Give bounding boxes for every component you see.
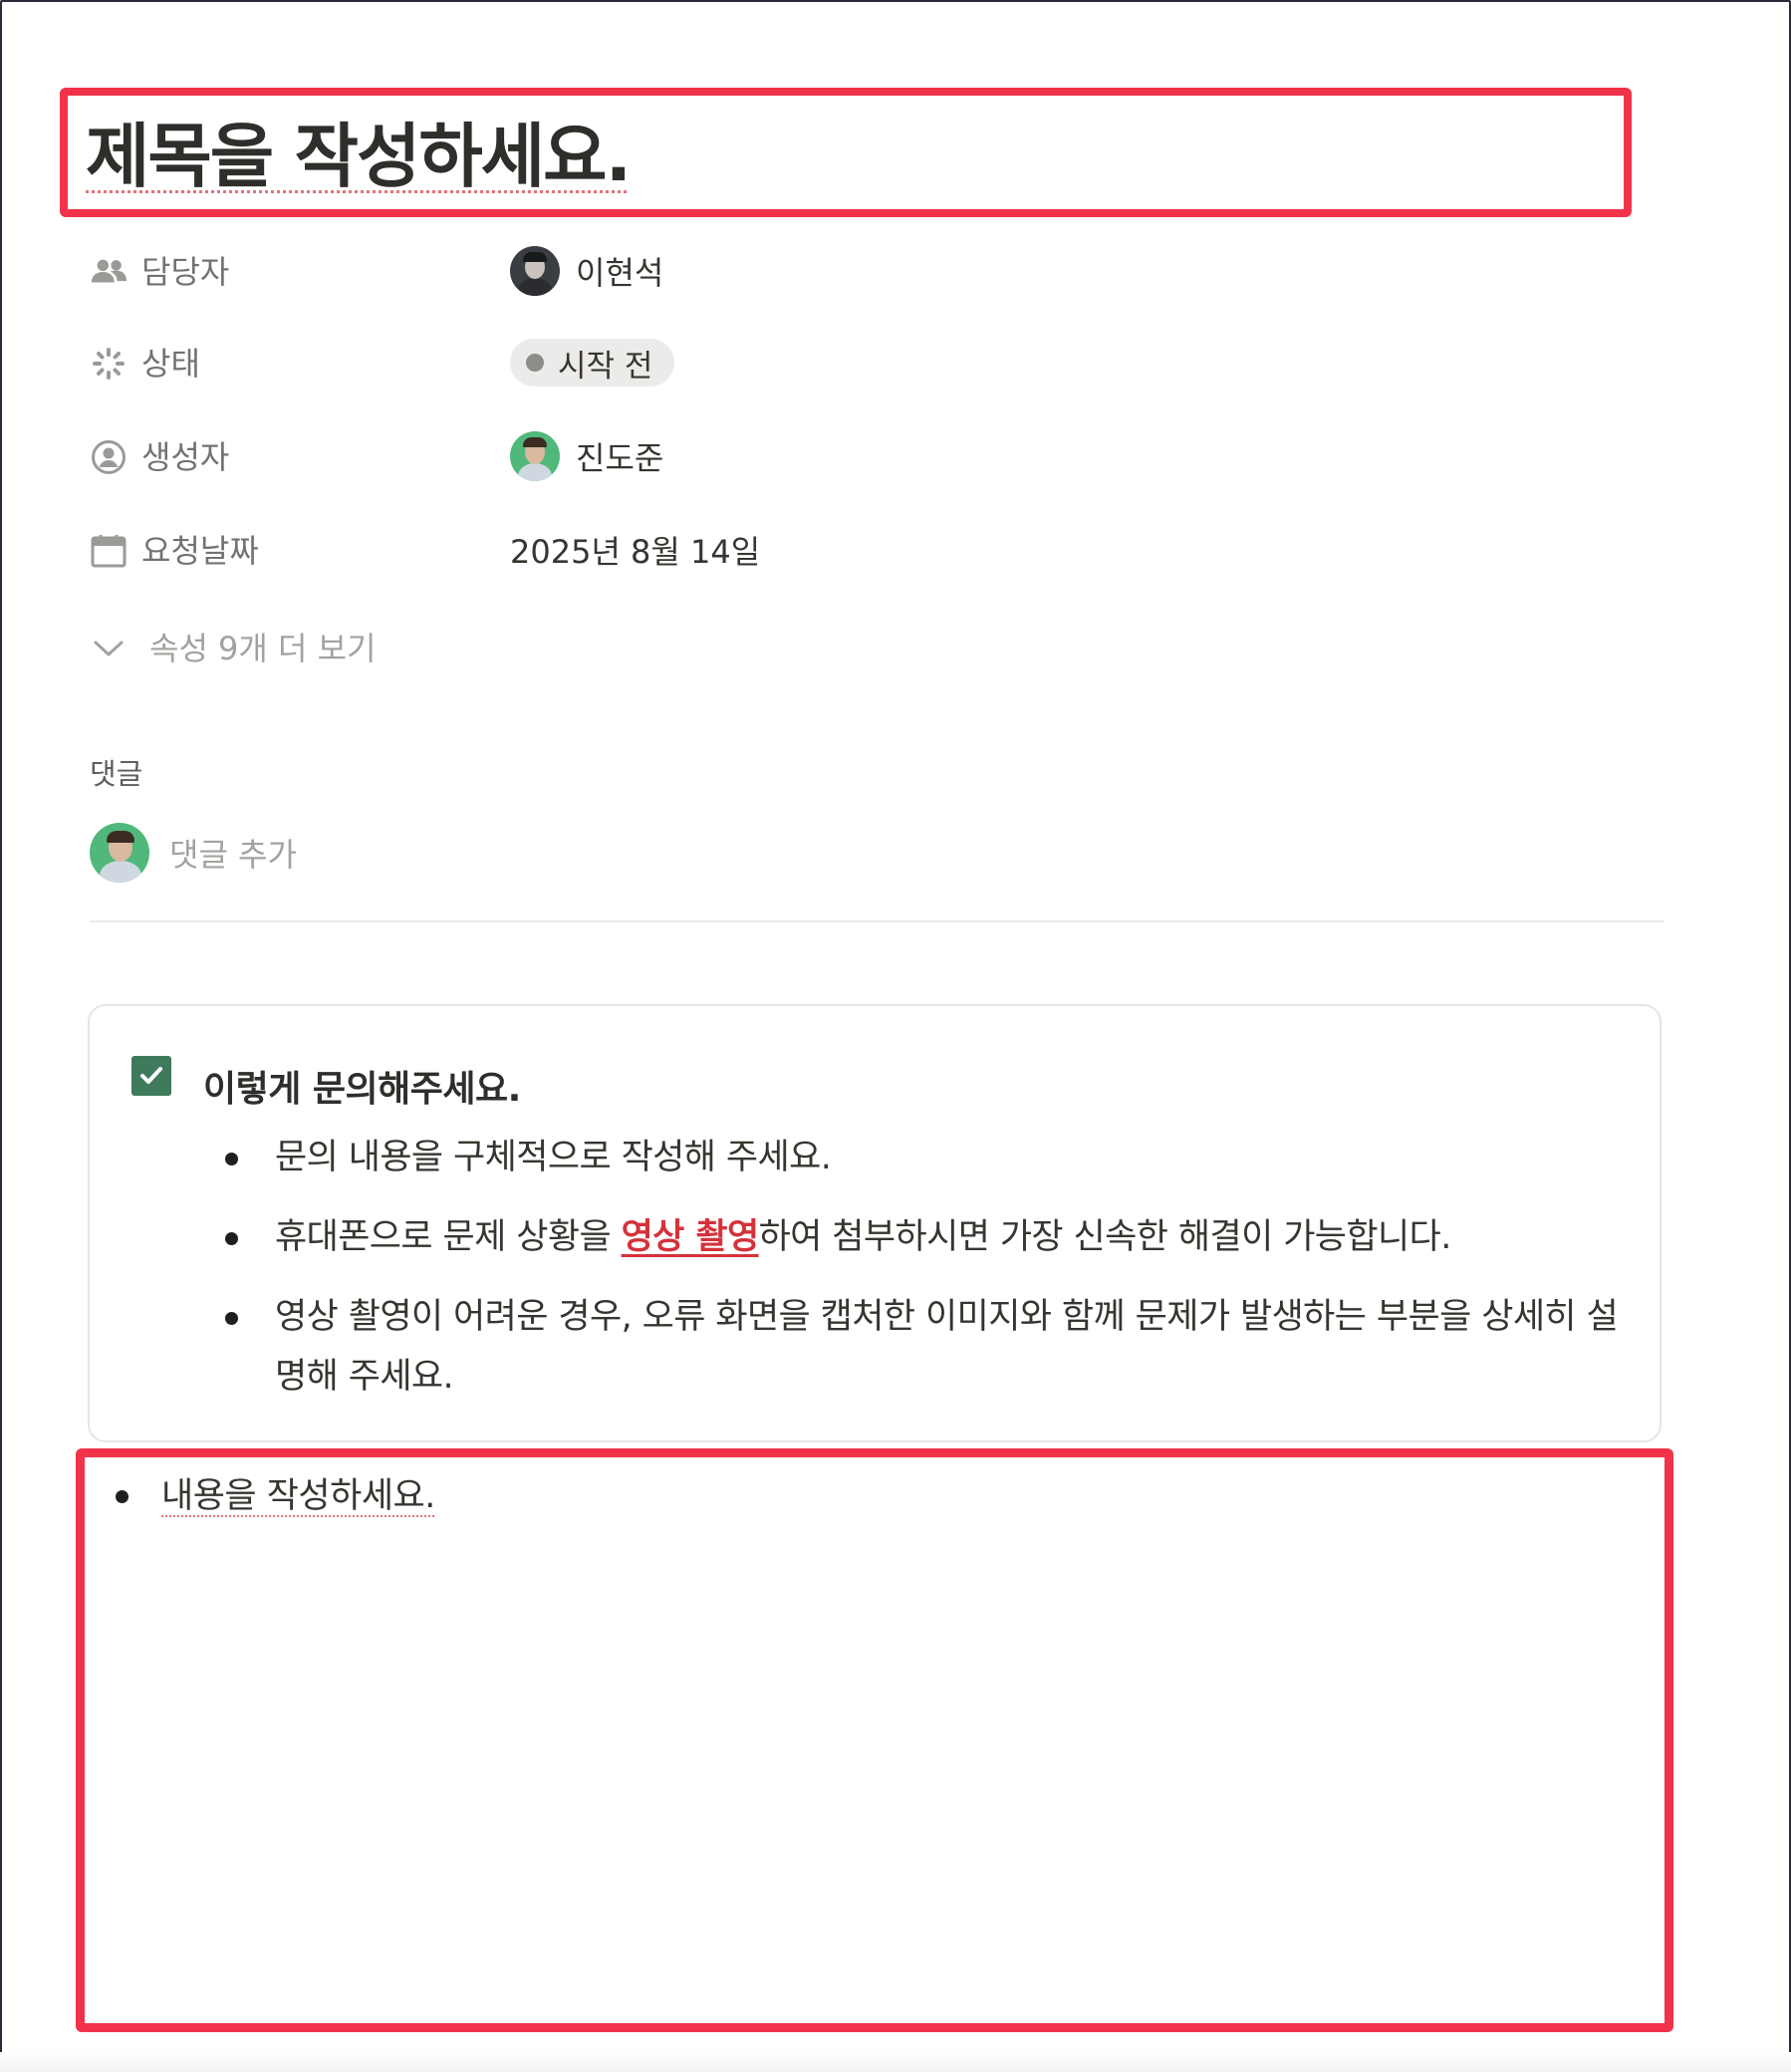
property-label: 담당자 xyxy=(141,253,230,291)
emphasis-text: 영상 촬영 xyxy=(621,1217,760,1257)
add-comment-row[interactable]: 댓글 추가 xyxy=(90,823,297,883)
person-name: 진도준 xyxy=(576,439,664,477)
comments-heading: 댓글 xyxy=(90,757,143,791)
checkbox-checked-icon xyxy=(131,1056,171,1096)
callout-block[interactable]: 이렇게 문의해주세요. 문의 내용을 구체적으로 작성해 주세요. 휴대폰으로 … xyxy=(88,1004,1662,1442)
property-value[interactable]: 진도준 xyxy=(510,426,663,486)
property-value[interactable]: 이현석 xyxy=(510,241,663,301)
person-name: 이현석 xyxy=(576,254,664,292)
avatar xyxy=(510,246,560,296)
avatar xyxy=(510,431,560,481)
status-badge[interactable]: 시작 전 xyxy=(510,339,675,387)
divider xyxy=(90,920,1663,922)
content-list-item[interactable]: 내용을 작성하세요. xyxy=(112,1468,435,1524)
property-value[interactable]: 2025년 8월 14일 xyxy=(510,520,760,580)
bottom-edge xyxy=(0,2052,1791,2072)
status-spinner-icon xyxy=(90,345,128,383)
list-item[interactable]: 영상 촬영이 어려운 경우, 오류 화면을 캡처한 이미지와 함께 문제가 발생… xyxy=(225,1287,1640,1407)
property-status[interactable]: 상태 시작 전 xyxy=(90,333,1584,392)
status-text: 시작 전 xyxy=(558,348,653,385)
content-highlight-box xyxy=(76,1448,1673,2032)
property-assignee[interactable]: 담당자 이현석 xyxy=(90,241,1584,301)
callout-heading[interactable]: 이렇게 문의해주세요. xyxy=(203,1060,521,1112)
list-item-text: 영상 촬영이 어려운 경우, 오류 화면을 캡처한 이미지와 함께 문제가 발생… xyxy=(275,1297,1619,1397)
list-item-text-pre: 휴대폰으로 문제 상황을 xyxy=(275,1217,622,1257)
property-value[interactable]: 시작 전 xyxy=(510,333,675,392)
list-item[interactable]: 문의 내용을 구체적으로 작성해 주세요. xyxy=(225,1128,1640,1187)
comment-input[interactable]: 댓글 추가 xyxy=(169,830,297,876)
property-created-by[interactable]: 생성자 진도준 xyxy=(90,426,1584,486)
user-circle-icon xyxy=(90,438,128,476)
status-dot-icon xyxy=(526,354,544,372)
list-item-text-post: 하여 첨부하시면 가장 신속한 해결이 가능합니다. xyxy=(758,1217,1452,1257)
list-item-text: 문의 내용을 구체적으로 작성해 주세요. xyxy=(275,1138,832,1177)
property-label: 요청날짜 xyxy=(141,532,259,570)
page-title[interactable]: 제목을 작성하세요. xyxy=(86,112,632,201)
people-icon xyxy=(90,253,128,291)
avatar xyxy=(90,823,149,883)
chevron-down-icon xyxy=(94,628,124,665)
calendar-icon xyxy=(90,532,128,570)
property-request-date[interactable]: 요청날짜 2025년 8월 14일 xyxy=(90,520,1584,580)
list-item[interactable]: 휴대폰으로 문제 상황을 영상 촬영하여 첨부하시면 가장 신속한 해결이 가능… xyxy=(225,1207,1640,1267)
show-more-properties-label: 속성 9개 더 보기 xyxy=(149,630,377,667)
callout-list: 문의 내용을 구체적으로 작성해 주세요. 휴대폰으로 문제 상황을 영상 촬영… xyxy=(225,1128,1640,1426)
property-label: 생성자 xyxy=(141,438,230,476)
property-label: 상태 xyxy=(141,345,200,383)
show-more-properties-button[interactable]: 속성 9개 더 보기 xyxy=(94,624,377,669)
